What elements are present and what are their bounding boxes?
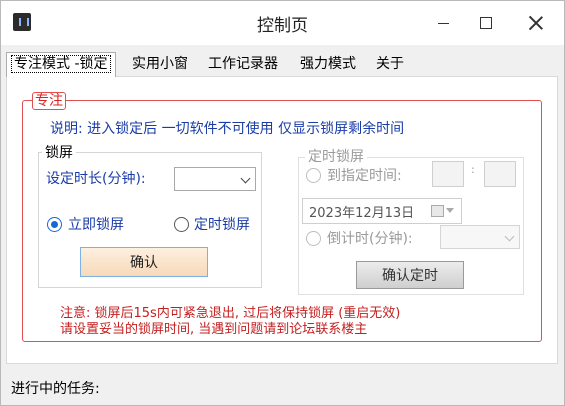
title-bar[interactable]: 控制页 — [1, 1, 564, 45]
tab-mini-window[interactable]: 实用小窗 — [128, 54, 192, 75]
date-value: 2023年12月13日 — [309, 206, 415, 221]
chevron-down-icon — [446, 208, 454, 213]
hour-input[interactable] — [432, 161, 464, 187]
minimize-icon — [437, 22, 449, 24]
radio-timed-lock[interactable] — [174, 217, 189, 232]
radio-immediate-lock[interactable] — [47, 217, 62, 232]
maximize-icon — [480, 17, 492, 29]
tab-strong-mode[interactable]: 强力模式 — [296, 54, 360, 75]
confirm-button[interactable]: 确认 — [80, 247, 208, 277]
minimize-button[interactable] — [421, 1, 465, 45]
minute-input[interactable] — [484, 161, 516, 187]
tab-label: 专注模式 -锁定 — [11, 55, 111, 73]
focus-group-title: 专注 — [32, 92, 66, 110]
confirm-timer-button[interactable]: 确认定时 — [356, 261, 464, 289]
tab-work-recorder[interactable]: 工作记录器 — [204, 54, 282, 75]
countdown-label: 倒计时(分钟): — [327, 231, 413, 247]
countdown-select[interactable] — [440, 225, 520, 249]
maximize-button[interactable] — [464, 1, 508, 45]
duration-select[interactable] — [174, 167, 256, 191]
close-icon — [529, 16, 543, 30]
chevron-down-icon — [240, 173, 251, 184]
radio-countdown[interactable] — [306, 231, 321, 246]
warning-note-line2: 请设置妥当的锁屏时间, 当遇到问题请到论坛联系楼主 — [60, 322, 368, 337]
radio-timed-label[interactable]: 定时锁屏 — [194, 214, 250, 234]
lock-group-title: 锁屏 — [42, 142, 76, 162]
running-tasks-label: 进行中的任务: — [11, 381, 100, 397]
calendar-icon — [431, 205, 444, 217]
description-text: 说明: 进入锁定后 一切软件不可使用 仅显示锁屏剩余时间 — [50, 121, 405, 137]
close-button[interactable] — [507, 1, 564, 45]
date-picker[interactable]: 2023年12月13日 — [302, 198, 462, 224]
chevron-down-icon — [504, 231, 515, 242]
timer-group-title: 定时锁屏 — [305, 146, 367, 166]
radio-immediate-label[interactable]: 立即锁屏 — [68, 214, 124, 234]
radio-to-time[interactable] — [306, 168, 321, 183]
tab-about[interactable]: 关于 — [372, 54, 408, 75]
to-time-label: 到指定时间: — [327, 168, 402, 184]
time-colon: : — [471, 163, 475, 176]
duration-label: 设定时长(分钟): — [46, 171, 146, 187]
tab-focus-lock[interactable]: 专注模式 -锁定 — [6, 52, 116, 77]
